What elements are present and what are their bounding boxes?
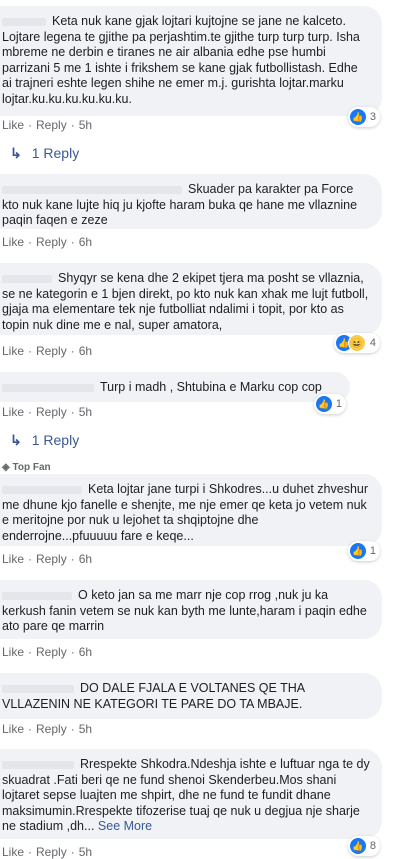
- comment-text: Turp i madh , Shtubina e Marku cop cop: [100, 380, 322, 394]
- like-link[interactable]: Like: [2, 645, 24, 659]
- replies-count: 1 Reply: [31, 432, 80, 448]
- separator-dot: ·: [70, 344, 75, 358]
- comment-bubble-7: DO DALE FJALA E VOLTANES QE THA VLLAZENI…: [0, 673, 382, 719]
- view-replies-link[interactable]: ↳ 1 Reply: [10, 145, 79, 162]
- like-link[interactable]: Like: [2, 344, 24, 358]
- separator-dot: ·: [28, 845, 33, 859]
- diamond-icon: ◈: [2, 462, 10, 473]
- reaction-count[interactable]: 👍 1: [313, 394, 346, 414]
- comment-bubble-6: O keto jan sa me marr nje cop rrog ,nuk …: [0, 580, 382, 639]
- separator-dot: ·: [70, 118, 75, 132]
- separator-dot: ·: [70, 645, 75, 659]
- comment-bubble-4: Turp i madh , Shtubina e Marku cop cop: [0, 372, 350, 402]
- reaction-count[interactable]: 👍 3: [347, 107, 380, 127]
- reaction-count-value: 8: [369, 840, 376, 852]
- reply-link[interactable]: Reply: [36, 344, 67, 358]
- comment-time: 6h: [78, 552, 93, 566]
- see-more-link[interactable]: See More: [98, 819, 152, 833]
- comment-actions: Like · Reply · 5h: [2, 722, 92, 736]
- separator-dot: ·: [70, 722, 75, 736]
- comment-time: 6h: [78, 645, 93, 659]
- comment-actions: Like · Reply · 5h: [2, 845, 92, 859]
- replies-count: 1 Reply: [31, 145, 80, 161]
- reaction-count[interactable]: 👍 😆 4: [333, 333, 380, 353]
- comment-bubble-8: Rrespekte Shkodra.Ndeshja ishte e luftua…: [0, 749, 382, 839]
- commenter-name-redacted[interactable]: [2, 383, 94, 392]
- like-reaction-icon: 👍: [349, 543, 366, 559]
- like-reaction-icon: 👍: [349, 109, 366, 125]
- commenter-name-redacted[interactable]: [2, 17, 46, 26]
- commenter-name-redacted[interactable]: [2, 760, 74, 769]
- comment-time: 5h: [78, 405, 93, 419]
- comment-text: Keta nuk kane gjak lojtari kujtojne se j…: [2, 14, 360, 106]
- commenter-name-redacted[interactable]: [2, 274, 52, 283]
- like-link[interactable]: Like: [2, 845, 24, 859]
- reaction-count-value: 1: [335, 398, 342, 410]
- reply-link[interactable]: Reply: [36, 118, 67, 132]
- comment-bubble-1: Keta nuk kane gjak lojtari kujtojne se j…: [0, 6, 382, 116]
- comment-bubble-3: Shyqyr se kena dhe 2 ekipet tjera ma pos…: [0, 263, 382, 335]
- like-reaction-icon: 👍: [349, 838, 366, 854]
- comment-actions: Like · Reply · 5h: [2, 405, 92, 419]
- comment-text: Shyqyr se kena dhe 2 ekipet tjera ma pos…: [2, 271, 369, 332]
- reply-link[interactable]: Reply: [36, 645, 67, 659]
- separator-dot: ·: [28, 235, 33, 249]
- comment-time: 5h: [78, 722, 93, 736]
- reply-arrow-icon: ↳: [10, 145, 22, 161]
- like-reaction-icon: 👍: [315, 396, 332, 412]
- separator-dot: ·: [28, 552, 33, 566]
- view-replies-link[interactable]: ↳ 1 Reply: [10, 432, 79, 449]
- separator-dot: ·: [28, 645, 33, 659]
- comment-time: 5h: [78, 118, 93, 132]
- comment-actions: Like · Reply · 5h: [2, 118, 92, 132]
- separator-dot: ·: [70, 235, 75, 249]
- top-fan-label: Top Fan: [12, 462, 51, 473]
- comment-actions: Like · Reply · 6h: [2, 645, 92, 659]
- comment-actions: Like · Reply · 6h: [2, 552, 92, 566]
- reply-link[interactable]: Reply: [36, 235, 67, 249]
- reaction-count-value: 1: [369, 545, 376, 557]
- comment-actions: Like · Reply · 6h: [2, 235, 92, 249]
- separator-dot: ·: [70, 845, 75, 859]
- haha-reaction-icon: 😆: [347, 334, 366, 352]
- comment-time: 6h: [78, 344, 93, 358]
- like-link[interactable]: Like: [2, 552, 24, 566]
- separator-dot: ·: [28, 405, 33, 419]
- reaction-count[interactable]: 👍 1: [347, 541, 380, 561]
- reaction-count[interactable]: 👍 8: [347, 836, 380, 856]
- like-link[interactable]: Like: [2, 722, 24, 736]
- comment-time: 6h: [78, 235, 93, 249]
- commenter-name-redacted[interactable]: [2, 591, 72, 600]
- separator-dot: ·: [28, 344, 33, 358]
- reply-link[interactable]: Reply: [36, 722, 67, 736]
- comment-time: 5h: [78, 845, 93, 859]
- separator-dot: ·: [70, 405, 75, 419]
- reaction-count-value: 3: [369, 111, 376, 123]
- commenter-name-redacted[interactable]: [2, 485, 82, 494]
- reply-link[interactable]: Reply: [36, 552, 67, 566]
- comment-actions: Like · Reply · 6h: [2, 344, 92, 358]
- top-fan-badge: ◈ Top Fan: [2, 462, 51, 473]
- separator-dot: ·: [70, 552, 75, 566]
- reply-arrow-icon: ↳: [10, 432, 22, 448]
- comment-bubble-5: Keta lojtar jane turpi i Shkodres...u du…: [0, 474, 382, 546]
- like-link[interactable]: Like: [2, 235, 24, 249]
- like-link[interactable]: Like: [2, 405, 24, 419]
- reaction-count-value: 4: [369, 337, 376, 349]
- reply-link[interactable]: Reply: [36, 405, 67, 419]
- commenter-name-redacted[interactable]: [2, 684, 74, 693]
- reply-link[interactable]: Reply: [36, 845, 67, 859]
- like-link[interactable]: Like: [2, 118, 24, 132]
- comment-bubble-2: Skuader pa karakter pa Force kto nuk kan…: [0, 174, 382, 229]
- separator-dot: ·: [28, 118, 33, 132]
- commenter-name-redacted[interactable]: [2, 185, 182, 194]
- separator-dot: ·: [28, 722, 33, 736]
